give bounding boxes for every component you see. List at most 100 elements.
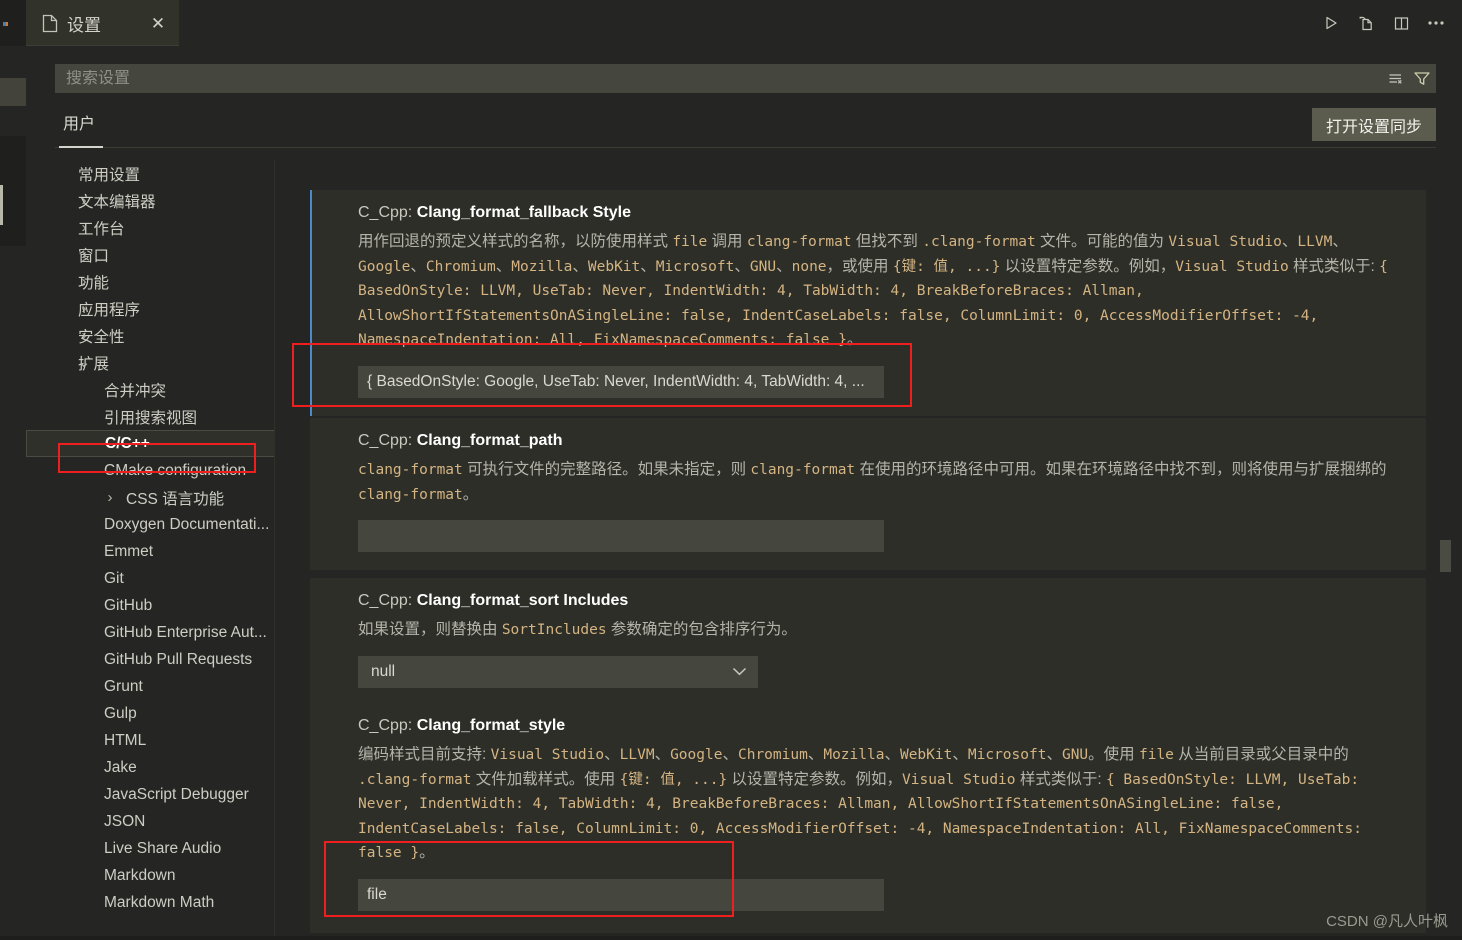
tree-item-cmake-configuration[interactable]: CMake configuration [26,457,275,484]
tree-item-label: Doxygen Documentati... [104,515,270,533]
setting-description: 用作回退的预定义样式的名称，以防使用样式 file 调用 clang-forma… [358,233,1388,348]
chevron-right-icon[interactable]: › [76,193,92,208]
setting-description: 如果设置，则替换由 SortIncludes 参数确定的包含排序行为。 [358,621,797,638]
activity-bar-highlight[interactable] [0,78,26,106]
setting-text-field[interactable] [358,520,884,552]
tree-item-markdown-math[interactable]: Markdown Math [26,889,275,916]
tree-item-[interactable]: 合并冲突 [26,376,275,403]
tree-item-label: 引用搜索视图 [104,409,198,427]
tree-item-label: CMake configuration [104,461,247,479]
chevron-right-icon[interactable]: › [102,490,118,505]
settings-search-row [26,46,1462,100]
tree-item-c-c[interactable]: C/C++ [26,430,275,457]
settings-toc-tree[interactable]: 常用设置 › 文本编辑器 › 工作台 › 窗口 › 功能 › 应用程序 › 安全性 ⌄ 扩展合并冲突引用搜索… [26,160,275,940]
tree-item-json[interactable]: JSON [26,808,275,835]
setting-name: Clang_format_path [416,432,563,449]
setting-prefix: C_Cpp: [358,432,417,449]
tree-item-[interactable]: › 工作台 [26,214,275,241]
setting-select[interactable]: null [358,655,758,688]
tab-label: 设置 [67,15,101,35]
scrollbar-thumb[interactable] [1440,540,1451,572]
tree-item-[interactable]: › 功能 [26,268,275,295]
chevron-down-icon[interactable]: ⌄ [76,355,92,370]
search-container[interactable] [55,64,1436,93]
setting-value-input[interactable] [367,372,875,391]
chevron-right-icon[interactable]: › [76,301,92,316]
tree-item-markdown[interactable]: Markdown [26,862,275,889]
tree-item-label: JavaScript Debugger [104,785,249,803]
tree-item-[interactable]: › 应用程序 [26,295,275,322]
setting-value-input[interactable] [367,527,875,545]
setting-text-field[interactable] [358,878,884,911]
tab-user[interactable]: 用户 [63,110,95,143]
tree-item-live-share-audio[interactable]: Live Share Audio [26,835,275,862]
settings-scrollbar[interactable] [1440,160,1451,940]
editor-tab-bar: 设置 ✕ [26,0,1462,46]
close-icon[interactable]: ✕ [147,12,169,34]
activity-bar-indicator [0,185,3,225]
open-settings-sync-button[interactable]: 打开设置同步 [1311,108,1436,141]
status-dot-icon [3,22,8,26]
setting-item-clang-format-sort-includes: C_Cpp: Clang_format_sort Includes 如果设置，则替… [310,578,1426,706]
chevron-right-icon[interactable]: › [76,328,92,343]
chevron-down-icon[interactable] [732,665,747,679]
clear-search-icon[interactable] [1383,65,1409,92]
status-bar-edge [0,936,1462,940]
tree-item-[interactable]: ⌄ 扩展 [26,349,275,376]
editor-actions [1317,0,1450,46]
tab-user-indicator [59,146,103,148]
tab-settings[interactable]: 设置 ✕ [26,0,179,46]
tree-item-[interactable]: 引用搜索视图 [26,403,275,430]
chevron-right-icon[interactable]: › [76,220,92,235]
watermark: CSDN @凡人叶枫 [1326,913,1448,930]
tree-item-label: JSON [104,812,146,830]
setting-select-value: null [371,662,396,680]
chevron-right-icon[interactable]: › [76,247,92,262]
tree-item-label: 合并冲突 [104,382,167,400]
setting-name: Clang_format_sort Includes [416,592,629,609]
tree-item-css[interactable]: › CSS 语言功能 [26,484,275,511]
tree-item-label: GitHub [104,596,153,614]
tree-item-javascript-debugger[interactable]: JavaScript Debugger [26,781,275,808]
settings-list[interactable]: C_Cpp: Clang_format_fallback Style 用作回退的预… [276,160,1451,940]
toc-divider [274,160,275,940]
split-editor-icon[interactable] [1387,9,1415,37]
tree-item-gulp[interactable]: Gulp [26,700,275,727]
run-icon[interactable] [1317,9,1345,37]
tree-item-label: Grunt [104,677,143,695]
more-actions-icon[interactable] [1422,9,1450,37]
tree-item-github-pull-requests[interactable]: GitHub Pull Requests [26,646,275,673]
open-to-side-icon[interactable] [1352,9,1380,37]
tree-item-html[interactable]: HTML [26,727,275,754]
scope-divider [55,147,1436,148]
setting-item-clang-format-fallback-style: C_Cpp: Clang_format_fallback Style 用作回退的预… [310,190,1426,416]
vscode-settings-window: 设置 ✕ 搜索设置 用户 打开设置同步 常用设置 › 文本编辑器 › 工作台 ›… [0,0,1462,940]
tree-item-doxygen-documentati[interactable]: Doxygen Documentati... [26,511,275,538]
setting-value-input[interactable] [367,885,875,904]
tree-item-label: Markdown Math [104,893,215,911]
tree-item-grunt[interactable]: Grunt [26,673,275,700]
tree-item-label: Gulp [104,704,137,722]
modified-indicator [310,190,312,416]
tree-item-label: C/C++ [105,434,150,452]
tree-item-[interactable]: › 文本编辑器 [26,187,275,214]
setting-title: C_Cpp: Clang_format_style [358,717,1406,735]
chevron-right-icon[interactable]: › [76,274,92,289]
tree-item-[interactable]: › 安全性 [26,322,275,349]
tree-item-git[interactable]: Git [26,565,275,592]
tree-item-github[interactable]: GitHub [26,592,275,619]
filter-icon[interactable] [1409,65,1435,92]
tree-item-[interactable]: 常用设置 [26,160,275,187]
setting-description: clang-format 可执行文件的完整路径。如果未指定，则 clang-fo… [358,461,1387,503]
tree-item-jake[interactable]: Jake [26,754,275,781]
tree-item-label: HTML [104,731,147,749]
setting-text-field[interactable] [358,365,884,398]
tree-item-[interactable]: › 窗口 [26,241,275,268]
tree-item-emmet[interactable]: Emmet [26,538,275,565]
activity-bar-top [0,0,26,46]
setting-prefix: C_Cpp: [358,592,417,609]
setting-description: 编码样式目前支持: Visual Studio、LLVM、Google、Chro… [358,746,1362,861]
tree-item-github-enterprise-aut[interactable]: GitHub Enterprise Aut... [26,619,275,646]
tree-item-label: GitHub Enterprise Aut... [104,623,267,641]
search-input[interactable] [56,69,1383,88]
